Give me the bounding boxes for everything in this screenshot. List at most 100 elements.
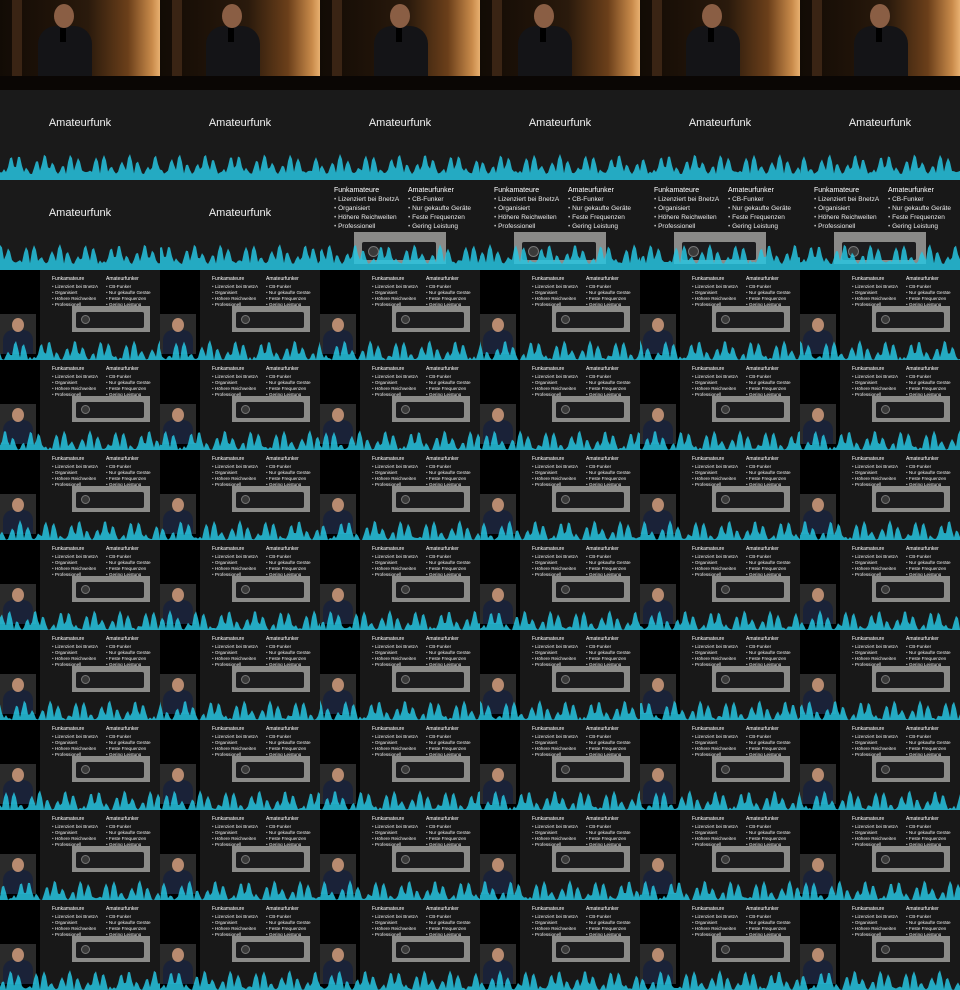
column-heading: Funkamateure [52,726,85,732]
slide-column-amateurfunker: Amateurfunker CB-Funker Nur gekaufte Ger… [266,456,311,489]
slide-column-funkamateure: Funkamateure Lizenziert bei BnetzA Organ… [852,366,898,399]
column-heading: Funkamateure [692,276,725,282]
slide-column-funkamateure: Funkamateure Lizenziert bei BnetzA Organ… [814,186,879,232]
waveform-shape [640,790,800,810]
list-item: Professionell [334,223,399,232]
radio-transceiver-photo [552,486,630,512]
radio-transceiver-photo [552,936,630,962]
waveform-shape [0,154,160,180]
slide-column-amateurfunker: Amateurfunker CB-Funker Nur gekaufte Ger… [586,546,631,579]
slide-column-amateurfunker: Amateurfunker CB-Funker Nur gekaufte Ger… [426,366,471,399]
slide-column-amateurfunker: Amateurfunker CB-Funker Nur gekaufte Ger… [586,636,631,669]
radio-transceiver-photo [72,936,150,962]
slide-column-funkamateure: Funkamateure Lizenziert bei BnetzA Organ… [212,456,258,489]
audio-waveform [640,242,800,270]
column-heading: Funkamateure [212,456,245,462]
column-heading: Funkamateure [692,636,725,642]
column-heading: Funkamateure [52,906,85,912]
waveform-shape [320,790,480,810]
slide-column-funkamateure: Funkamateure Lizenziert bei BnetzA Organ… [372,546,418,579]
column-heading: Amateurfunker [906,456,939,462]
audio-waveform [160,518,320,540]
waveform-shape [160,244,320,270]
waveform-shape [160,154,320,180]
audio-waveform [320,518,480,540]
radio-transceiver-photo [392,486,470,512]
column-heading: Funkamateure [532,816,565,822]
content-slide-frame: Funkamateure Lizenziert bei BnetzA Organ… [800,540,960,630]
column-heading: Amateurfunker [266,366,299,372]
column-heading: Funkamateure [212,546,245,552]
column-heading: Funkamateure [372,906,405,912]
list-item: Professionell [494,223,559,232]
radio-transceiver-photo [392,396,470,422]
radio-transceiver-photo [72,306,150,332]
column-heading: Amateurfunker [266,636,299,642]
content-slide-frame: Funkamateure Lizenziert bei BnetzA Organ… [480,540,640,630]
column-heading: Amateurfunker [728,187,774,194]
slide-column-funkamateure: Funkamateure Lizenziert bei BnetzA Organ… [852,456,898,489]
audio-waveform [320,878,480,900]
stage-video-frame [0,0,160,90]
waveform-shape [640,430,800,450]
column-heading: Amateurfunker [408,187,454,194]
list-item: Organisiert [814,205,879,214]
radio-transceiver-photo [552,756,630,782]
slide-column-amateurfunker: Amateurfunker CB-Funker Nur gekaufte Ger… [426,546,471,579]
content-slide-frame: Funkamateure Lizenziert bei BnetzA Organ… [160,450,320,540]
slide-column-funkamateure: Funkamateure Lizenziert bei BnetzA Organ… [692,456,738,489]
audio-waveform [640,698,800,720]
column-heading: Funkamateure [852,546,885,552]
slide-column-funkamateure: Funkamateure Lizenziert bei BnetzA Organ… [532,456,578,489]
audio-waveform [320,608,480,630]
column-heading: Amateurfunker [266,906,299,912]
content-slide-frame: Funkamateure Lizenziert bei BnetzA Organ… [480,630,640,720]
waveform-shape [800,520,960,540]
waveform-shape [320,520,480,540]
content-slide-frame: Funkamateure Lizenziert bei BnetzA Organ… [160,360,320,450]
radio-transceiver-photo [712,936,790,962]
list-item: Lizenziert bei BnetzA [814,196,879,205]
content-slide-frame: Funkamateure Lizenziert bei BnetzA Organ… [800,360,960,450]
stage-video-frame [480,0,640,90]
list-item: Nur gekaufte Geräte [728,205,791,214]
audio-waveform [160,698,320,720]
slide-column-amateurfunker: Amateurfunker CB-Funker Nur gekaufte Ger… [728,186,791,232]
radio-transceiver-photo [712,756,790,782]
list-item: Organisiert [334,205,399,214]
audio-waveform [480,878,640,900]
column-heading: Funkamateure [532,366,565,372]
audio-waveform [480,152,640,180]
content-slide-frame: Funkamateure Lizenziert bei BnetzA Organ… [160,270,320,360]
slide-column-amateurfunker: Amateurfunker CB-Funker Nur gekaufte Ger… [426,816,471,849]
audio-waveform [0,878,160,900]
content-slide-frame: Funkamateure Lizenziert bei BnetzA Organ… [480,180,640,270]
waveform-shape [320,880,480,900]
list-item: Höhere Reichweiten [654,214,719,223]
audio-waveform [160,608,320,630]
column-heading: Amateurfunker [906,276,939,282]
column-heading: Amateurfunker [906,816,939,822]
waveform-shape [480,610,640,630]
slide-column-funkamateure: Funkamateure Lizenziert bei BnetzA Organ… [212,816,258,849]
content-slide-frame: Funkamateure Lizenziert bei BnetzA Organ… [640,360,800,450]
waveform-shape [320,970,480,990]
list-item: Organisiert [654,205,719,214]
waveform-shape [800,154,960,180]
column-heading: Amateurfunker [586,636,619,642]
column-heading: Funkamateure [334,187,380,194]
slide-column-amateurfunker: Amateurfunker CB-Funker Nur gekaufte Ger… [906,276,951,309]
list-item: Nur gekaufte Geräte [408,205,471,214]
slide-column-amateurfunker: Amateurfunker CB-Funker Nur gekaufte Ger… [106,456,151,489]
column-heading: Funkamateure [692,546,725,552]
slide-column-funkamateure: Funkamateure Lizenziert bei BnetzA Organ… [212,366,258,399]
audio-waveform [160,788,320,810]
content-slide-frame: Funkamateure Lizenziert bei BnetzA Organ… [800,630,960,720]
title-slide-frame: Amateurfunk [800,90,960,180]
column-heading: Funkamateure [372,546,405,552]
slide-column-funkamateure: Funkamateure Lizenziert bei BnetzA Organ… [532,366,578,399]
waveform-shape [160,970,320,990]
waveform-shape [640,244,800,270]
column-heading: Amateurfunker [906,636,939,642]
radio-transceiver-photo [392,846,470,872]
